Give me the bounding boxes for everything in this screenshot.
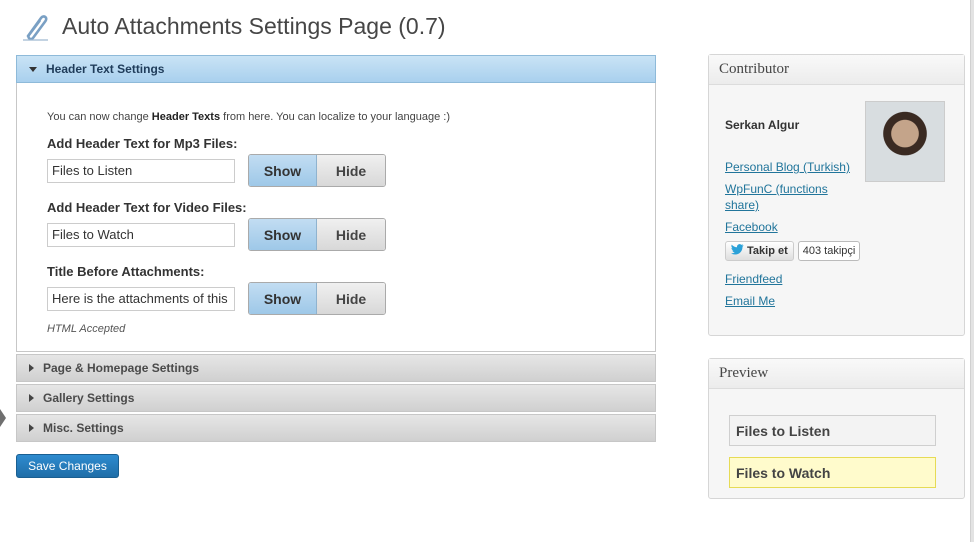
contributor-name: Serkan Algur bbox=[725, 118, 800, 132]
attachments-title-row: Here is the attachments of this Show Hid… bbox=[47, 282, 655, 315]
follow-label: Takip et bbox=[747, 245, 788, 257]
panel-title: Misc. Settings bbox=[43, 421, 124, 435]
avatar bbox=[865, 101, 945, 182]
caret-right-icon bbox=[29, 364, 34, 372]
wpfunc-link[interactable]: WpFunC (functions share) bbox=[725, 181, 845, 213]
preview-video-header: Files to Watch bbox=[729, 457, 936, 488]
contributor-heading: Contributor bbox=[709, 55, 964, 85]
panel-title: Header Text Settings bbox=[46, 62, 165, 76]
video-hide-button[interactable]: Hide bbox=[317, 219, 385, 250]
attachments-title-label: Title Before Attachments: bbox=[47, 264, 205, 279]
follower-count: 403 takipçi bbox=[797, 241, 861, 261]
preview-mp3-header: Files to Listen bbox=[729, 415, 936, 446]
attachments-hide-button[interactable]: Hide bbox=[317, 283, 385, 314]
personal-blog-link[interactable]: Personal Blog (Turkish) bbox=[725, 159, 850, 175]
mp3-header-label: Add Header Text for Mp3 Files: bbox=[47, 136, 238, 151]
mp3-hide-button[interactable]: Hide bbox=[317, 155, 385, 186]
misc-settings-tab[interactable]: Misc. Settings bbox=[16, 414, 656, 442]
settings-accordion: Header Text Settings You can now change … bbox=[16, 55, 656, 442]
panel-title: Page & Homepage Settings bbox=[43, 361, 200, 375]
intro-text: You can now change Header Texts from her… bbox=[47, 111, 450, 123]
facebook-link[interactable]: Facebook bbox=[725, 219, 778, 235]
expand-arrow-icon[interactable] bbox=[0, 409, 6, 427]
contributor-box: Contributor Serkan Algur Personal Blog (… bbox=[708, 54, 965, 336]
paperclip-icon bbox=[18, 9, 52, 43]
caret-right-icon bbox=[29, 424, 34, 432]
mp3-visibility-toggle: Show Hide bbox=[248, 154, 386, 187]
mp3-header-input[interactable]: Files to Listen bbox=[47, 158, 235, 183]
preview-heading: Preview bbox=[709, 359, 964, 389]
preview-box: Preview Files to Listen Files to Watch bbox=[708, 358, 965, 499]
window-edge bbox=[970, 0, 974, 542]
page-homepage-settings-tab[interactable]: Page & Homepage Settings bbox=[16, 354, 656, 382]
video-header-input[interactable]: Files to Watch bbox=[47, 222, 235, 247]
panel-title: Gallery Settings bbox=[43, 391, 135, 405]
twitter-follow: Takip et 403 takipçi bbox=[725, 241, 861, 261]
page-header: Auto Attachments Settings Page (0.7) bbox=[18, 8, 446, 44]
page-title: Auto Attachments Settings Page (0.7) bbox=[62, 12, 446, 39]
video-visibility-toggle: Show Hide bbox=[248, 218, 386, 251]
video-show-button[interactable]: Show bbox=[249, 219, 317, 250]
gallery-settings-tab[interactable]: Gallery Settings bbox=[16, 384, 656, 412]
twitter-bird-icon bbox=[731, 244, 744, 258]
friendfeed-link[interactable]: Friendfeed bbox=[725, 271, 782, 287]
attachments-title-input[interactable]: Here is the attachments of this bbox=[47, 286, 235, 311]
caret-right-icon bbox=[29, 394, 34, 402]
save-changes-button[interactable]: Save Changes bbox=[16, 454, 119, 478]
caret-down-icon bbox=[29, 66, 37, 72]
mp3-show-button[interactable]: Show bbox=[249, 155, 317, 186]
video-header-label: Add Header Text for Video Files: bbox=[47, 200, 247, 215]
html-accepted-note: HTML Accepted bbox=[47, 323, 126, 335]
twitter-follow-button[interactable]: Takip et bbox=[725, 241, 794, 261]
header-text-settings-panel: You can now change Header Texts from her… bbox=[16, 83, 656, 352]
attachments-show-button[interactable]: Show bbox=[249, 283, 317, 314]
attachments-visibility-toggle: Show Hide bbox=[248, 282, 386, 315]
header-text-settings-tab[interactable]: Header Text Settings bbox=[16, 55, 656, 83]
mp3-header-row: Files to Listen Show Hide bbox=[47, 154, 655, 187]
email-me-link[interactable]: Email Me bbox=[725, 293, 775, 309]
video-header-row: Files to Watch Show Hide bbox=[47, 218, 655, 251]
